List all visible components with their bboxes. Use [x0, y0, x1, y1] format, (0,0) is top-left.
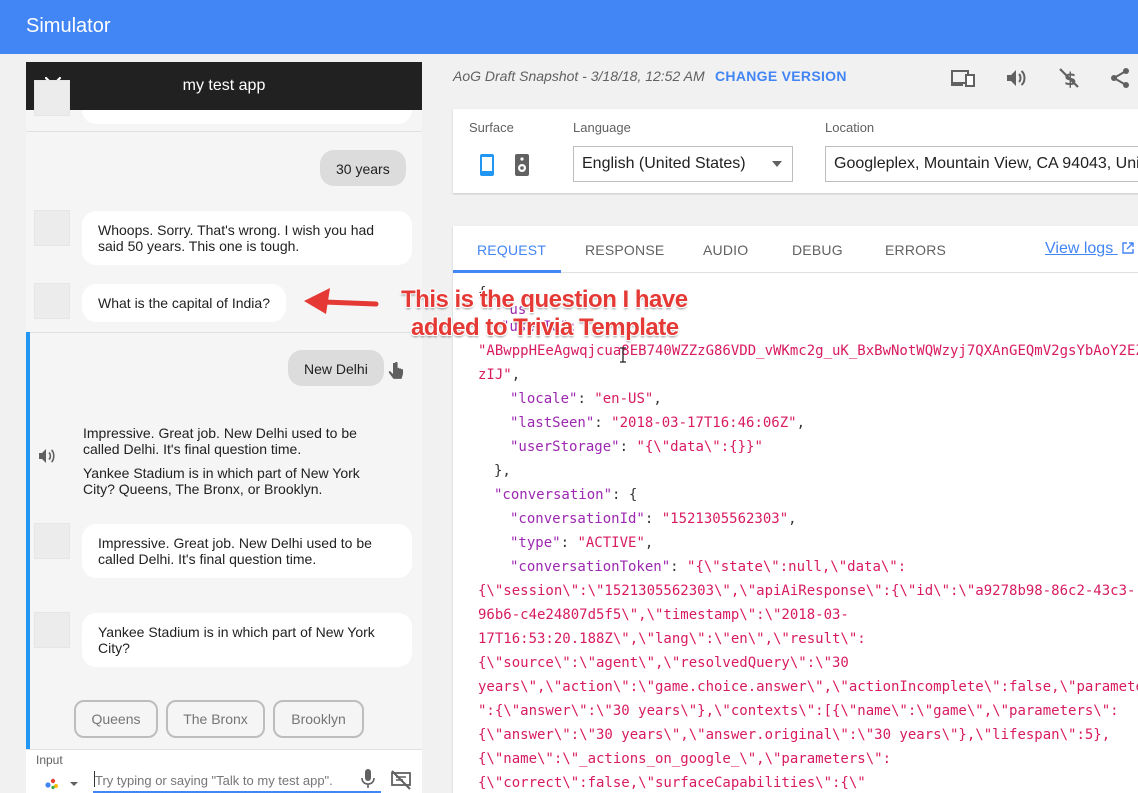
tab-bar: REQUEST RESPONSE AUDIO DEBUG ERRORS View…: [453, 226, 1138, 273]
location-label: Location: [825, 120, 875, 135]
assistant-dots-icon[interactable]: [44, 774, 84, 790]
code-line: "conversationToken": "{\"state\":null,\"…: [510, 559, 907, 575]
draft-snapshot-label: AoG Draft Snapshot - 3/18/18, 12:52 AM: [453, 68, 705, 84]
assistant-avatar: [34, 80, 70, 116]
code-line: zIJ",: [478, 367, 521, 383]
tab-response[interactable]: RESPONSE: [585, 242, 664, 258]
language-label: Language: [573, 120, 631, 135]
user-bubble: New Delhi: [288, 350, 384, 386]
code-line: 17T16:53:20.188Z\",\"lang\":\"en\",\"res…: [478, 631, 866, 647]
code-line: "conversationId": "1521305562303",: [510, 511, 797, 527]
code-line: "lastSeen": "2018-03-17T16:46:06Z",: [510, 415, 806, 431]
code-line: "ABwppHEeAgwqjcua8EB740WZZzG86VDD_vWKmc2…: [478, 343, 1138, 359]
assistant-bubble: Impressive. Great job. New Delhi used to…: [82, 524, 412, 578]
row-divider: [26, 131, 422, 132]
request-json[interactable]: { "us "userId": "ABwppHEeAgwqjcua8EB740W…: [453, 273, 1138, 793]
suggestion-chip-queens[interactable]: Queens: [74, 700, 158, 738]
assistant-bubble: Whoops. Sorry. That's wrong. I wish you …: [82, 211, 412, 265]
tab-request[interactable]: REQUEST: [477, 242, 546, 258]
tab-errors[interactable]: ERRORS: [885, 242, 946, 258]
bubble-line: called Delhi. It's final question time.: [98, 551, 317, 567]
user-bubble: 30 years: [320, 150, 406, 186]
speaker-icon[interactable]: [38, 448, 56, 464]
chat-app-name: my test app: [182, 77, 266, 94]
row-divider: [26, 332, 422, 333]
tab-debug[interactable]: DEBUG: [792, 242, 843, 258]
code-line: ":{\"answer\":\"30 years\"},\"contexts\"…: [478, 703, 1119, 719]
code-line: },: [494, 463, 511, 479]
phone-surface-icon[interactable]: [479, 153, 495, 177]
code-line: {\"session\":\"1521305562303\",\"apiAiRe…: [478, 583, 1136, 599]
chat-input-bar: Input Try typing or saying "Talk to my t…: [26, 749, 422, 793]
bubble-line: Impressive. Great job. New Delhi used to…: [98, 535, 372, 551]
annotation-line: This is the question I have: [401, 286, 688, 313]
app-bar: Simulator: [0, 0, 1138, 54]
language-select[interactable]: English (United States): [573, 146, 793, 182]
devices-icon[interactable]: [951, 66, 975, 90]
touch-icon[interactable]: [386, 360, 406, 382]
input-label: Input: [36, 753, 63, 767]
chat-header: my test app: [26, 62, 422, 110]
assistant-avatar: [34, 283, 70, 319]
annotation-line: added to Trivia Template: [411, 314, 679, 341]
tts-text: Impressive. Great job. New Delhi used to…: [83, 425, 360, 497]
open-external-icon: [1121, 242, 1134, 254]
assistant-avatar: [34, 523, 70, 559]
app-title: Simulator: [26, 15, 111, 37]
surface-label: Surface: [469, 120, 514, 135]
active-turn-indicator: [26, 332, 30, 793]
annotation-arrow-icon: [304, 288, 379, 314]
simulator-window: Simulator my test app 30 years Whoops. S…: [0, 0, 1138, 793]
location-input[interactable]: Googleplex, Mountain View, CA 94043, Uni…: [825, 146, 1138, 182]
code-line: "type": "ACTIVE",: [510, 535, 654, 551]
bubble-line: Whoops. Sorry. That's wrong. I wish you …: [98, 222, 375, 238]
code-line: "userStorage": "{\"data\":{}}": [510, 439, 763, 455]
ibeam-cursor-icon: [620, 347, 626, 363]
change-version-button[interactable]: CHANGE VERSION: [715, 68, 847, 84]
code-line: {\"name\":\"_actions_on_google_\",\"para…: [478, 751, 892, 767]
speaker-surface-icon[interactable]: [515, 154, 529, 176]
chat-input[interactable]: Try typing or saying "Talk to my test ap…: [93, 767, 381, 793]
view-logs-label: View logs: [1045, 240, 1114, 257]
volume-icon[interactable]: [1004, 66, 1028, 90]
code-line: {\"answer\":\"30 years\",\"answer.origin…: [478, 727, 1111, 743]
suggestion-chip-brooklyn[interactable]: Brooklyn: [273, 700, 364, 738]
code-line: "locale": "en-US",: [510, 391, 662, 407]
view-logs-link[interactable]: View logs: [1045, 240, 1134, 258]
code-line: {\"correct\":false,\"surfaceCapabilities…: [478, 775, 866, 791]
partial-bubble: [82, 110, 412, 124]
capital-question-bubble: What is the capital of India?: [82, 284, 286, 322]
assistant-avatar: [34, 612, 70, 648]
tts-line: Yankee Stadium is in which part of New Y…: [83, 465, 360, 481]
text-caret: [94, 771, 95, 787]
assistant-bubble: Yankee Stadium is in which part of New Y…: [82, 613, 412, 667]
bubble-line: said 50 years. This one is tough.: [98, 238, 300, 254]
language-value: English (United States): [582, 155, 746, 172]
display-off-icon[interactable]: [390, 770, 412, 790]
version-bar: AoG Draft Snapshot - 3/18/18, 12:52 AM C…: [453, 62, 1138, 92]
share-icon[interactable]: [1108, 66, 1132, 90]
tts-line: called Delhi. It's final question time.: [83, 441, 302, 457]
bubble-line: Yankee Stadium is in which part of New Y…: [98, 624, 375, 640]
chat-transcript[interactable]: 30 years Whoops. Sorry. That's wrong. I …: [26, 80, 422, 793]
suggestion-chip-the-bronx[interactable]: The Bronx: [166, 700, 265, 738]
tts-line: City? Queens, The Bronx, or Brooklyn.: [83, 481, 323, 497]
code-line: years\",\"action\":\"game.choice.answer\…: [478, 679, 1138, 695]
tab-audio[interactable]: AUDIO: [703, 242, 748, 258]
code-line: {\"source\":\"agent\",\"resolvedQuery\":…: [478, 655, 849, 671]
tts-line: Impressive. Great job. New Delhi used to…: [83, 425, 357, 441]
dropdown-arrow-icon: [772, 161, 782, 167]
bubble-line: City?: [98, 640, 130, 656]
mic-icon[interactable]: [360, 768, 376, 790]
chat-panel: my test app 30 years Whoops. Sorry. That…: [26, 62, 422, 793]
settings-card: Surface Language English (United States)…: [453, 109, 1138, 193]
code-line: "conversation": {: [494, 487, 638, 503]
assistant-avatar: [34, 210, 70, 246]
billing-off-icon[interactable]: $: [1057, 66, 1081, 90]
code-line: 96b6-c4e24807d5f5\",\"timestamp\":\"2018…: [478, 607, 849, 623]
